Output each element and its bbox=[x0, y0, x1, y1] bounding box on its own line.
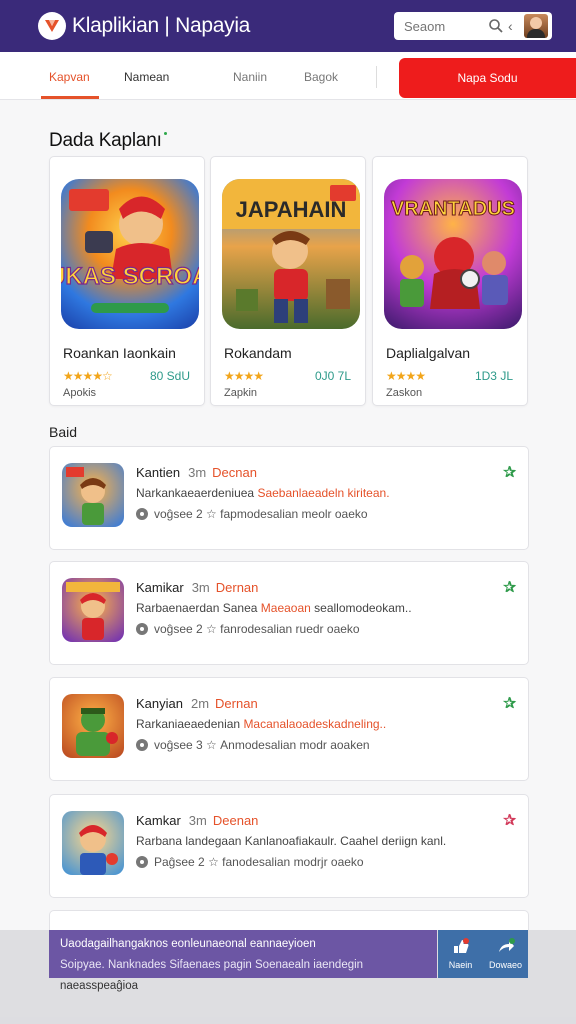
star-icon: ☆ bbox=[206, 507, 217, 521]
game-art-title-text: JAPAHAIN bbox=[236, 197, 347, 222]
banner-text-line3: naeasspeaĝioa bbox=[60, 980, 139, 992]
featured-card[interactable]: VRANTADUS Daplialgalvan ★★★★ 1D3 JL Zask… bbox=[372, 156, 528, 406]
game-thumbnail bbox=[62, 578, 124, 642]
list-item-description: Rarbana landegaan Kanlanoafiakaulr. Caah… bbox=[136, 834, 447, 848]
card-title: Rokandam bbox=[224, 345, 292, 361]
search-box[interactable]: ‹ bbox=[394, 12, 552, 40]
tab-bar: Kapvan Namean Naniin Bagok Napa Sodu bbox=[0, 52, 576, 100]
featured-card[interactable]: ZUKAS SCROAN Roankan Iaonkain ★★★★☆ 80 S… bbox=[49, 156, 205, 406]
tab-naniin[interactable]: Naniin bbox=[233, 70, 267, 84]
favorite-icon[interactable]: ✰ bbox=[503, 811, 516, 829]
tab-divider bbox=[376, 66, 377, 88]
rating-stars: ★★★★ bbox=[224, 369, 264, 383]
list-item-meta: voĝsee 3 ☆ Anmodesalian modr aoaken bbox=[136, 738, 370, 752]
list-item[interactable]: Kamkar 3m Deenan Rarbana landegaan Kanlano… bbox=[49, 794, 529, 898]
cta-button[interactable]: Napa Sodu bbox=[399, 58, 576, 98]
chevron-left-icon[interactable]: ‹ bbox=[508, 18, 520, 34]
card-title: Daplialgalvan bbox=[386, 345, 471, 361]
favorite-icon[interactable]: ✰ bbox=[503, 463, 516, 481]
card-meta: 80 SdU bbox=[149, 369, 190, 383]
card-meta: 1D3 JL bbox=[474, 369, 513, 383]
list-item-description: Narkankaeaerdeniuea Saebanlaeadeln kirit… bbox=[136, 486, 390, 500]
game-art-title-text: ZUKAS SCROAN bbox=[61, 263, 199, 290]
list-item-description: Rarbaenaerdan Sanea Maeaoan seallomodeok… bbox=[136, 601, 412, 615]
card-subtitle: Zapkin bbox=[224, 387, 258, 399]
app-logo-icon[interactable] bbox=[38, 12, 66, 40]
list-item-meta: Paĝsee 2 ☆ fanodesalian modrjr oaeko bbox=[136, 855, 364, 869]
share-icon bbox=[499, 938, 515, 952]
top-bar: Klaplikian | Napayia ‹ bbox=[0, 0, 576, 52]
card-meta: 0J0 7L bbox=[314, 369, 351, 383]
avatar[interactable] bbox=[524, 14, 548, 38]
list-item-meta: voĝsee 2 ☆ fapmodesalian meolr oaeko bbox=[136, 507, 368, 521]
banner-share-button[interactable]: Dowaeo bbox=[483, 930, 528, 978]
active-tab-indicator bbox=[41, 96, 99, 99]
location-pin-icon bbox=[136, 739, 148, 751]
list-heading: Baid bbox=[49, 424, 78, 440]
tab-namean[interactable]: Namean bbox=[124, 70, 169, 84]
game-art-japahain: JAPAHAIN bbox=[222, 179, 360, 329]
game-art-zukas-scroan: ZUKAS SCROAN bbox=[61, 179, 199, 329]
list-item-title: Kantien 3m Decnan bbox=[136, 465, 257, 480]
banner-text-line2: Soipyae. Nanknades Sifaenaes pagin Soena… bbox=[60, 959, 364, 971]
banner-actions: Naein Dowaeo bbox=[438, 930, 528, 978]
list-item[interactable]: Kanyian 2m Dernan Rarkaniaeaedenian Macana… bbox=[49, 677, 529, 781]
list-item-title: Kanyian 2m Dernan bbox=[136, 696, 258, 711]
featured-section-title: Dada Kaplanı bbox=[49, 130, 167, 152]
game-thumbnail bbox=[62, 694, 124, 758]
location-pin-icon bbox=[136, 856, 148, 868]
card-subtitle: Zaskon bbox=[386, 387, 423, 399]
card-subtitle: Apokis bbox=[63, 387, 97, 399]
location-pin-icon bbox=[136, 508, 148, 520]
app-title: Klaplikian | Napayia bbox=[72, 14, 251, 37]
rating-stars: ★★★★ bbox=[386, 369, 426, 383]
list-item-title: Kamkar 3m Deenan bbox=[136, 813, 259, 828]
game-art-vrantadus: VRANTADUS bbox=[384, 179, 522, 329]
favorite-icon[interactable]: ✰ bbox=[503, 578, 516, 596]
banner-like-label: Naein bbox=[448, 960, 473, 970]
banner-text-line1: Uaodagailhangaknos eonleunaeonal eannaey… bbox=[60, 938, 316, 950]
star-icon: ☆ bbox=[206, 738, 217, 752]
search-input[interactable] bbox=[404, 18, 480, 34]
featured-card[interactable]: JAPAHAIN Rokandam ★★★★ 0J0 7L Zapkin bbox=[210, 156, 366, 406]
list-item[interactable]: Kantien 3m Decnan Narkankaeaerdeniuea Saeb… bbox=[49, 446, 529, 550]
banner-like-button[interactable]: Naein bbox=[438, 930, 483, 978]
search-icon[interactable] bbox=[488, 18, 504, 34]
list-item[interactable]: Kamikar 3m Dernan Rarbaenaerdan Sanea Maea… bbox=[49, 561, 529, 665]
tab-kapvan[interactable]: Kapvan bbox=[49, 70, 90, 84]
game-art-title-text: VRANTADUS bbox=[391, 198, 515, 220]
game-thumbnail bbox=[62, 463, 124, 527]
star-icon: ☆ bbox=[206, 622, 217, 636]
star-icon: ☆ bbox=[208, 855, 219, 869]
list-item-title: Kamikar 3m Dernan bbox=[136, 580, 259, 595]
bottom-banner: Uaodagailhangaknos eonleunaeonal eannaey… bbox=[0, 930, 576, 1024]
game-thumbnail bbox=[62, 811, 124, 875]
list-item-meta: voĝsee 2 ☆ fanrodesalian ruedr oaeko bbox=[136, 622, 360, 636]
banner-share-label: Dowaeo bbox=[488, 960, 523, 970]
card-title: Roankan Iaonkain bbox=[63, 345, 176, 361]
rating-stars: ★★★★☆ bbox=[63, 369, 113, 383]
tab-bagok[interactable]: Bagok bbox=[304, 70, 338, 84]
list-item-description: Rarkaniaeaedenian Macanalaoadeskadneling… bbox=[136, 717, 387, 731]
like-icon bbox=[454, 938, 469, 953]
favorite-icon[interactable]: ✰ bbox=[503, 694, 516, 712]
location-pin-icon bbox=[136, 623, 148, 635]
